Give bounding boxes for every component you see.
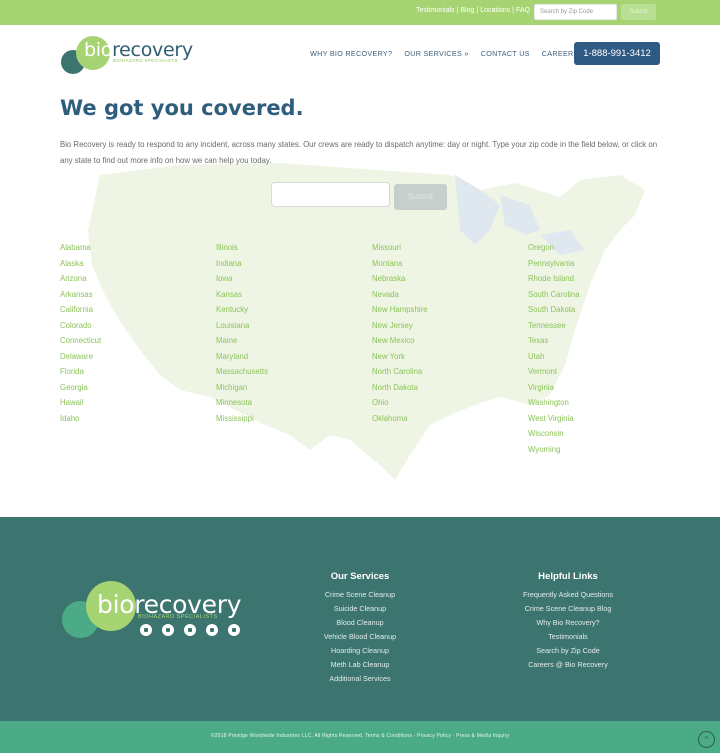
- nav-why-bio-recovery[interactable]: WHY BIO RECOVERY?: [310, 49, 392, 58]
- state-link[interactable]: Maryland: [216, 349, 356, 365]
- state-link[interactable]: Texas: [528, 333, 668, 349]
- footer-helpful-link[interactable]: Frequently Asked Questions: [488, 588, 648, 602]
- state-link[interactable]: Nevada: [372, 287, 512, 303]
- chevron-up-icon[interactable]: ^: [698, 731, 715, 748]
- state-link[interactable]: New Jersey: [372, 318, 512, 334]
- site-logo[interactable]: biorecovery BIOHAZARD SPECIALISTS: [60, 33, 200, 78]
- youtube-icon[interactable]: [184, 624, 196, 636]
- state-link[interactable]: Utah: [528, 349, 668, 365]
- state-link[interactable]: Mississippi: [216, 411, 356, 427]
- state-link[interactable]: South Carolina: [528, 287, 668, 303]
- state-link[interactable]: Hawaii: [60, 395, 200, 411]
- state-link[interactable]: West Virginia: [528, 411, 668, 427]
- state-link[interactable]: Rhode Island: [528, 271, 668, 287]
- footer-helpful-link[interactable]: Crime Scene Cleanup Blog: [488, 602, 648, 616]
- footer-helpful-link[interactable]: Why Bio Recovery?: [488, 616, 648, 630]
- states-column-1: Alabama Alaska Arizona Arkansas Californ…: [60, 240, 200, 426]
- state-link[interactable]: Kentucky: [216, 302, 356, 318]
- state-link[interactable]: Virginia: [528, 380, 668, 396]
- footer-service-link[interactable]: Meth Lab Cleanup: [280, 658, 440, 672]
- footer-service-link[interactable]: Additional Services: [280, 672, 440, 686]
- state-link[interactable]: Maine: [216, 333, 356, 349]
- zip-submit-button[interactable]: Submit: [394, 184, 447, 210]
- state-link[interactable]: Florida: [60, 364, 200, 380]
- state-link[interactable]: Arizona: [60, 271, 200, 287]
- state-link[interactable]: Arkansas: [60, 287, 200, 303]
- state-link[interactable]: Louisiana: [216, 318, 356, 334]
- copyright-text: ©2018 Prestige Worldwide Industries LLC.…: [210, 733, 510, 739]
- top-link-blog[interactable]: Blog: [460, 7, 474, 14]
- state-link[interactable]: Vermont: [528, 364, 668, 380]
- state-link[interactable]: New Hampshire: [372, 302, 512, 318]
- google-plus-icon[interactable]: [206, 624, 218, 636]
- page-title: We got you covered.: [60, 96, 304, 120]
- state-link[interactable]: Minnesota: [216, 395, 356, 411]
- state-link[interactable]: Michigan: [216, 380, 356, 396]
- nav-contact-us[interactable]: CONTACT US: [481, 49, 530, 58]
- top-link-testimonials[interactable]: Testimonials: [416, 7, 455, 14]
- state-link[interactable]: Indiana: [216, 256, 356, 272]
- footer-service-link[interactable]: Blood Cleanup: [280, 616, 440, 630]
- state-link[interactable]: Oklahoma: [372, 411, 512, 427]
- footer-helpful-links: Helpful Links Frequently Asked Questions…: [488, 570, 648, 672]
- footer-service-link[interactable]: Vehicle Blood Cleanup: [280, 630, 440, 644]
- footer-helpful-link[interactable]: Careers @ Bio Recovery: [488, 658, 648, 672]
- state-link[interactable]: Alabama: [60, 240, 200, 256]
- states-column-2: Illinois Indiana Iowa Kansas Kentucky Lo…: [216, 240, 356, 426]
- state-link[interactable]: Illinois: [216, 240, 356, 256]
- footer-service-link[interactable]: Suicide Cleanup: [280, 602, 440, 616]
- state-link[interactable]: Connecticut: [60, 333, 200, 349]
- state-link[interactable]: Wyoming: [528, 442, 668, 458]
- states-column-3: Missouri Montana Nebraska Nevada New Ham…: [372, 240, 512, 426]
- state-link[interactable]: California: [60, 302, 200, 318]
- helpful-links-heading: Helpful Links: [538, 571, 598, 582]
- instagram-icon[interactable]: [228, 624, 240, 636]
- social-icons: [140, 624, 250, 637]
- state-link[interactable]: Nebraska: [372, 271, 512, 287]
- nav-our-services[interactable]: OUR SERVICES »: [404, 49, 468, 58]
- state-link[interactable]: Alaska: [60, 256, 200, 272]
- top-link-locations[interactable]: Locations: [480, 7, 510, 14]
- footer-services: Our Services Crime Scene Cleanup Suicide…: [280, 570, 440, 686]
- intro-text: Bio Recovery is ready to respond to any …: [60, 140, 658, 165]
- state-link[interactable]: Oregon: [528, 240, 668, 256]
- state-link[interactable]: Tennessee: [528, 318, 668, 334]
- footer-service-link[interactable]: Crime Scene Cleanup: [280, 588, 440, 602]
- state-link[interactable]: Kansas: [216, 287, 356, 303]
- top-link-faq[interactable]: FAQ: [516, 7, 530, 14]
- services-heading: Our Services: [330, 571, 390, 582]
- states-column-4: Oregon Pennsylvania Rhode Island South C…: [528, 240, 668, 457]
- twitter-icon[interactable]: [162, 624, 174, 636]
- facebook-icon[interactable]: [140, 624, 152, 636]
- footer-helpful-link[interactable]: Testimonials: [488, 630, 648, 644]
- state-link[interactable]: South Dakota: [528, 302, 668, 318]
- state-link[interactable]: Pennsylvania: [528, 256, 668, 272]
- top-submit-button[interactable]: Submit: [621, 4, 656, 20]
- main-nav: WHY BIO RECOVERY? OUR SERVICES » CONTACT…: [310, 49, 589, 58]
- state-link[interactable]: Colorado: [60, 318, 200, 334]
- state-link[interactable]: North Dakota: [372, 380, 512, 396]
- state-link[interactable]: Montana: [372, 256, 512, 272]
- top-zip-search-input[interactable]: Search by Zip Code: [534, 4, 617, 20]
- state-link[interactable]: New York: [372, 349, 512, 365]
- phone-button[interactable]: 1-888-991-3412: [574, 42, 660, 65]
- state-link[interactable]: Wisconsin: [528, 426, 668, 442]
- state-link[interactable]: Delaware: [60, 349, 200, 365]
- state-link[interactable]: Georgia: [60, 380, 200, 396]
- zip-code-input[interactable]: [271, 182, 390, 207]
- top-links: Testimonials | Blog | Locations | FAQ: [416, 7, 530, 14]
- footer-service-link[interactable]: Hoarding Cleanup: [280, 644, 440, 658]
- footer-helpful-link[interactable]: Search by Zip Code: [488, 644, 648, 658]
- state-link[interactable]: Missouri: [372, 240, 512, 256]
- state-link[interactable]: Idaho: [60, 411, 200, 427]
- state-link[interactable]: Iowa: [216, 271, 356, 287]
- state-link[interactable]: North Carolina: [372, 364, 512, 380]
- state-link[interactable]: Washington: [528, 395, 668, 411]
- state-link[interactable]: New Mexico: [372, 333, 512, 349]
- state-link[interactable]: Massachusetts: [216, 364, 356, 380]
- state-link[interactable]: Ohio: [372, 395, 512, 411]
